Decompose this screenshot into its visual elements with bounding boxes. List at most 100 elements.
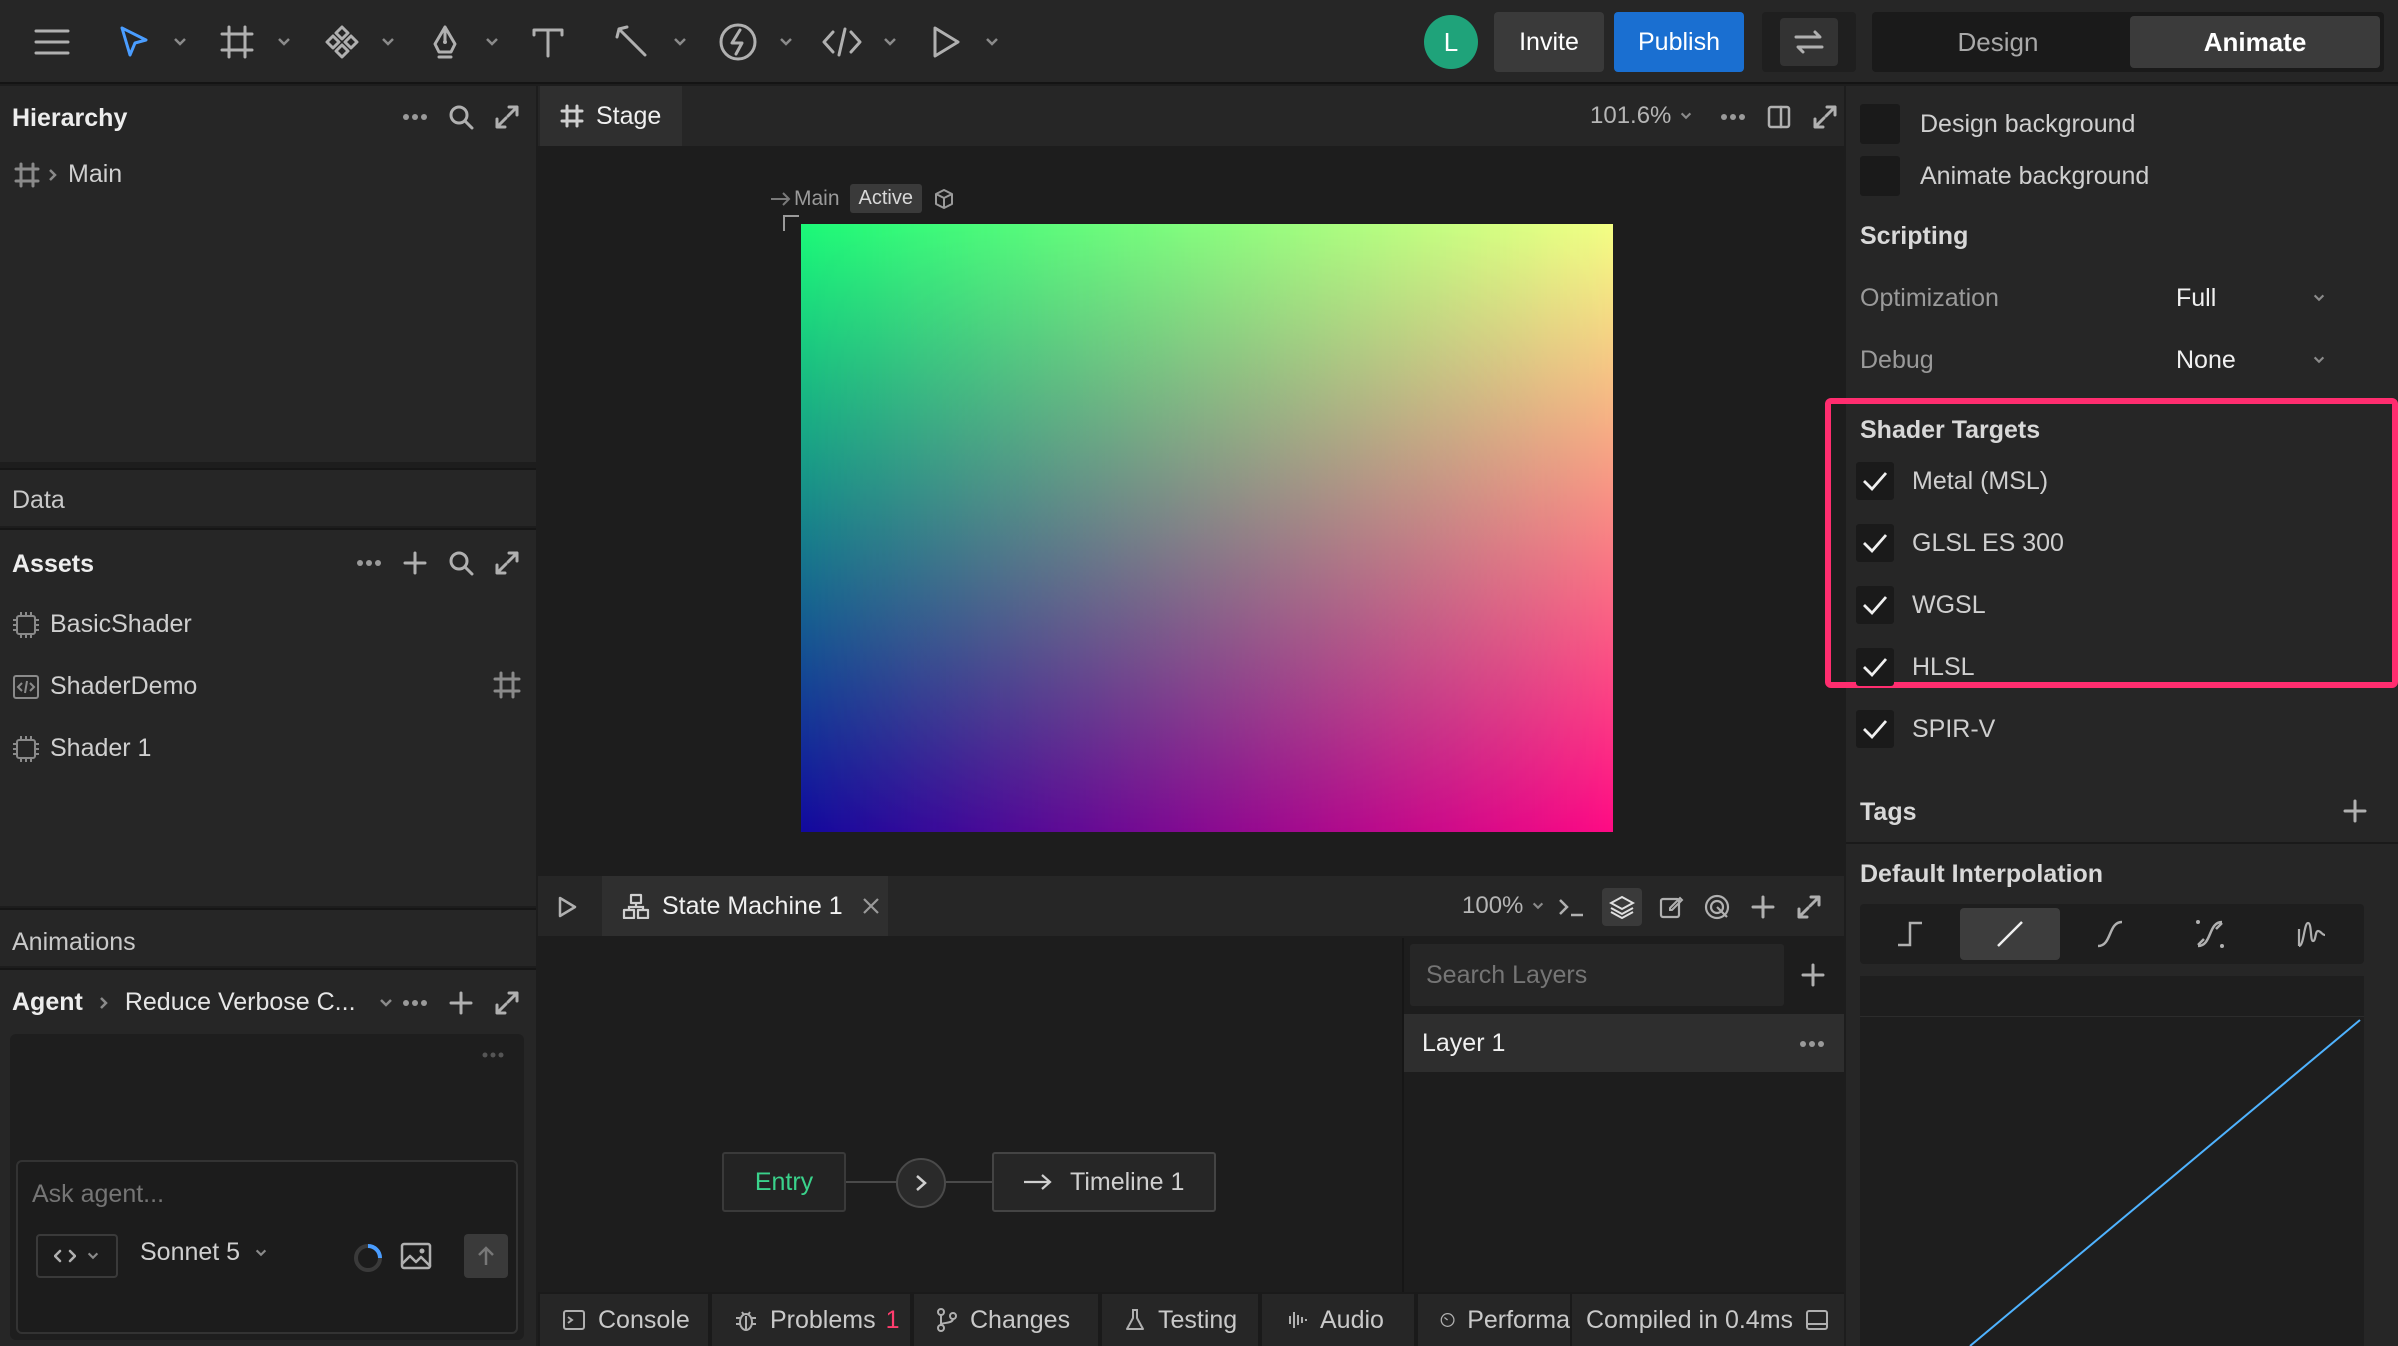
invite-button[interactable]: Invite bbox=[1494, 12, 1604, 72]
play-icon[interactable] bbox=[552, 892, 582, 922]
menu-icon[interactable] bbox=[28, 18, 76, 66]
animations-panel[interactable]: Animations bbox=[0, 908, 536, 966]
more-icon[interactable] bbox=[1718, 102, 1748, 132]
shader-target-hlsl[interactable]: HLSL bbox=[1856, 648, 1975, 686]
expand-icon[interactable] bbox=[492, 988, 522, 1018]
hierarchy-item-main[interactable]: Main bbox=[14, 160, 122, 189]
chevron-down-icon[interactable] bbox=[778, 34, 794, 50]
tab-stage[interactable]: Stage bbox=[540, 86, 682, 146]
conversation-title[interactable]: Reduce Verbose C... bbox=[125, 988, 356, 1017]
entry-state[interactable]: Entry bbox=[722, 1152, 846, 1212]
shader-target-spirv[interactable]: SPIR-V bbox=[1856, 710, 1995, 748]
split-view-icon[interactable] bbox=[1764, 102, 1794, 132]
stage-zoom-select[interactable]: 101.6% bbox=[1590, 102, 1693, 130]
more-icon[interactable] bbox=[482, 1052, 504, 1058]
search-layers-input[interactable] bbox=[1426, 958, 1766, 992]
add-tag-icon[interactable] bbox=[2340, 796, 2370, 826]
terminal-icon[interactable] bbox=[1556, 892, 1586, 922]
state-machine-graph[interactable]: Entry Timeline 1 bbox=[538, 938, 1402, 1292]
interpolation-hold-icon[interactable] bbox=[1860, 904, 1960, 964]
asset-item[interactable]: Shader 1 bbox=[12, 734, 151, 763]
add-layer-icon[interactable] bbox=[1798, 960, 1828, 990]
asset-item[interactable]: ShaderDemo bbox=[12, 672, 197, 701]
chevron-down-icon[interactable] bbox=[276, 34, 292, 50]
frame-tool-icon[interactable] bbox=[213, 18, 261, 66]
state-machine-zoom-select[interactable]: 100% bbox=[1462, 892, 1545, 920]
more-icon[interactable] bbox=[354, 548, 384, 578]
checkbox[interactable] bbox=[1856, 524, 1894, 562]
event-tool-icon[interactable] bbox=[714, 18, 762, 66]
agent-input[interactable] bbox=[32, 1176, 502, 1212]
asset-item[interactable]: BasicShader bbox=[12, 610, 192, 639]
tab-state-machine[interactable]: State Machine 1 bbox=[602, 876, 888, 936]
agent-input-box[interactable]: Sonnet 5 bbox=[16, 1160, 518, 1334]
layers-icon[interactable] bbox=[1602, 888, 1642, 926]
shader-target-metal[interactable]: Metal (MSL) bbox=[1856, 462, 2048, 500]
optimization-select[interactable]: Full bbox=[2176, 278, 2326, 318]
chevron-down-icon[interactable] bbox=[172, 34, 188, 50]
expand-icon[interactable] bbox=[1794, 892, 1824, 922]
close-icon[interactable] bbox=[861, 896, 881, 916]
select-tool-icon[interactable] bbox=[110, 18, 158, 66]
tab-problems[interactable]: Problems 1 bbox=[712, 1294, 910, 1346]
swap-button[interactable] bbox=[1762, 12, 1856, 72]
search-layers-box[interactable] bbox=[1410, 944, 1784, 1006]
interpolation-cubic-icon[interactable] bbox=[2060, 904, 2160, 964]
tab-performance[interactable]: Performa bbox=[1418, 1294, 1570, 1346]
tab-console[interactable]: Console bbox=[540, 1294, 708, 1346]
chevron-down-icon[interactable] bbox=[984, 34, 1000, 50]
shader-target-wgsl[interactable]: WGSL bbox=[1856, 586, 1986, 624]
cube-icon[interactable] bbox=[932, 187, 956, 211]
search-icon[interactable] bbox=[446, 548, 476, 578]
pen-tool-icon[interactable] bbox=[421, 18, 469, 66]
interpolation-linear-icon[interactable] bbox=[1960, 908, 2060, 960]
add-icon[interactable] bbox=[446, 988, 476, 1018]
agent-mode-select[interactable] bbox=[36, 1234, 118, 1278]
interpolation-elastic-icon[interactable] bbox=[2260, 904, 2364, 964]
tab-changes[interactable]: Changes bbox=[914, 1294, 1098, 1346]
more-icon[interactable] bbox=[400, 102, 430, 132]
more-icon[interactable] bbox=[400, 988, 430, 1018]
timeline-state[interactable]: Timeline 1 bbox=[992, 1152, 1216, 1212]
artboard-gradient[interactable] bbox=[801, 224, 1613, 832]
animate-background-row[interactable]: Animate background bbox=[1860, 156, 2149, 196]
expand-icon[interactable] bbox=[492, 102, 522, 132]
design-background-swatch[interactable] bbox=[1860, 104, 1900, 144]
debug-select[interactable]: None bbox=[2176, 340, 2326, 380]
shader-target-glsl[interactable]: GLSL ES 300 bbox=[1856, 524, 2064, 562]
edit-icon[interactable] bbox=[1656, 892, 1686, 922]
animate-background-swatch[interactable] bbox=[1860, 156, 1900, 196]
send-button[interactable] bbox=[464, 1234, 508, 1278]
avatar[interactable]: L bbox=[1424, 15, 1478, 69]
design-background-row[interactable]: Design background bbox=[1860, 104, 2135, 144]
publish-button[interactable]: Publish bbox=[1614, 12, 1744, 72]
bone-tool-icon[interactable] bbox=[608, 18, 656, 66]
add-icon[interactable] bbox=[1748, 892, 1778, 922]
expand-icon[interactable] bbox=[1810, 102, 1840, 132]
interpolation-curve-graph[interactable] bbox=[1860, 976, 2364, 1346]
listener-icon[interactable] bbox=[1702, 892, 1732, 922]
stage-canvas[interactable]: Main Active bbox=[538, 146, 1844, 872]
tab-animate[interactable]: Animate bbox=[2130, 16, 2380, 68]
text-tool-icon[interactable] bbox=[524, 18, 572, 66]
checkbox[interactable] bbox=[1856, 586, 1894, 624]
code-tool-icon[interactable] bbox=[818, 18, 866, 66]
transition-node[interactable] bbox=[896, 1158, 946, 1208]
checkbox[interactable] bbox=[1856, 648, 1894, 686]
chevron-down-icon[interactable] bbox=[484, 34, 500, 50]
image-icon[interactable] bbox=[400, 1242, 432, 1270]
tab-testing[interactable]: Testing bbox=[1102, 1294, 1258, 1346]
chevron-down-icon[interactable] bbox=[380, 34, 396, 50]
chevron-down-icon[interactable] bbox=[672, 34, 688, 50]
play-icon[interactable] bbox=[922, 18, 970, 66]
chevron-down-icon[interactable] bbox=[378, 995, 394, 1011]
interpolation-custom-icon[interactable] bbox=[2160, 904, 2260, 964]
artboard-icon[interactable] bbox=[492, 670, 522, 700]
chevron-right-icon[interactable] bbox=[46, 168, 60, 182]
layer-row[interactable]: Layer 1 bbox=[1404, 1014, 1844, 1072]
checkbox[interactable] bbox=[1856, 710, 1894, 748]
component-tool-icon[interactable] bbox=[318, 18, 366, 66]
search-icon[interactable] bbox=[446, 102, 476, 132]
model-select[interactable]: Sonnet 5 bbox=[140, 1238, 268, 1267]
data-panel[interactable]: Data bbox=[0, 468, 536, 526]
